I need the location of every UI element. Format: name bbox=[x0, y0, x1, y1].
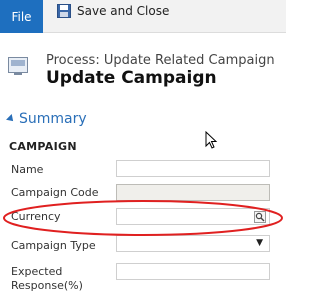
highlight-ellipse bbox=[3, 200, 283, 236]
process-label: Process: Update Related Campaign bbox=[46, 53, 275, 68]
save-and-close-button[interactable]: Save and Close bbox=[57, 3, 169, 19]
chevron-down-icon: ▼ bbox=[256, 238, 263, 248]
mouse-cursor-icon bbox=[205, 131, 218, 149]
file-tab[interactable]: File bbox=[0, 0, 43, 33]
summary-section-toggle[interactable]: Summary bbox=[6, 111, 87, 127]
group-title: CAMPAIGN bbox=[9, 140, 77, 153]
expected-response-label: Expected Response(%) bbox=[11, 265, 83, 292]
ribbon: File Save and Close bbox=[0, 0, 286, 33]
name-field[interactable] bbox=[116, 160, 270, 177]
campaign-type-select[interactable]: ▼ bbox=[116, 235, 270, 252]
campaign-type-label: Campaign Type bbox=[11, 239, 96, 252]
save-and-close-label: Save and Close bbox=[77, 4, 170, 18]
name-label: Name bbox=[11, 163, 44, 176]
page-title: Update Campaign bbox=[46, 68, 217, 88]
save-icon bbox=[57, 4, 71, 18]
collapse-triangle-icon bbox=[6, 114, 16, 124]
file-tab-label: File bbox=[11, 9, 32, 24]
expected-response-field[interactable] bbox=[116, 263, 270, 280]
process-icon bbox=[8, 57, 28, 75]
section-title: Summary bbox=[19, 111, 87, 127]
campaign-code-label: Campaign Code bbox=[11, 186, 99, 199]
